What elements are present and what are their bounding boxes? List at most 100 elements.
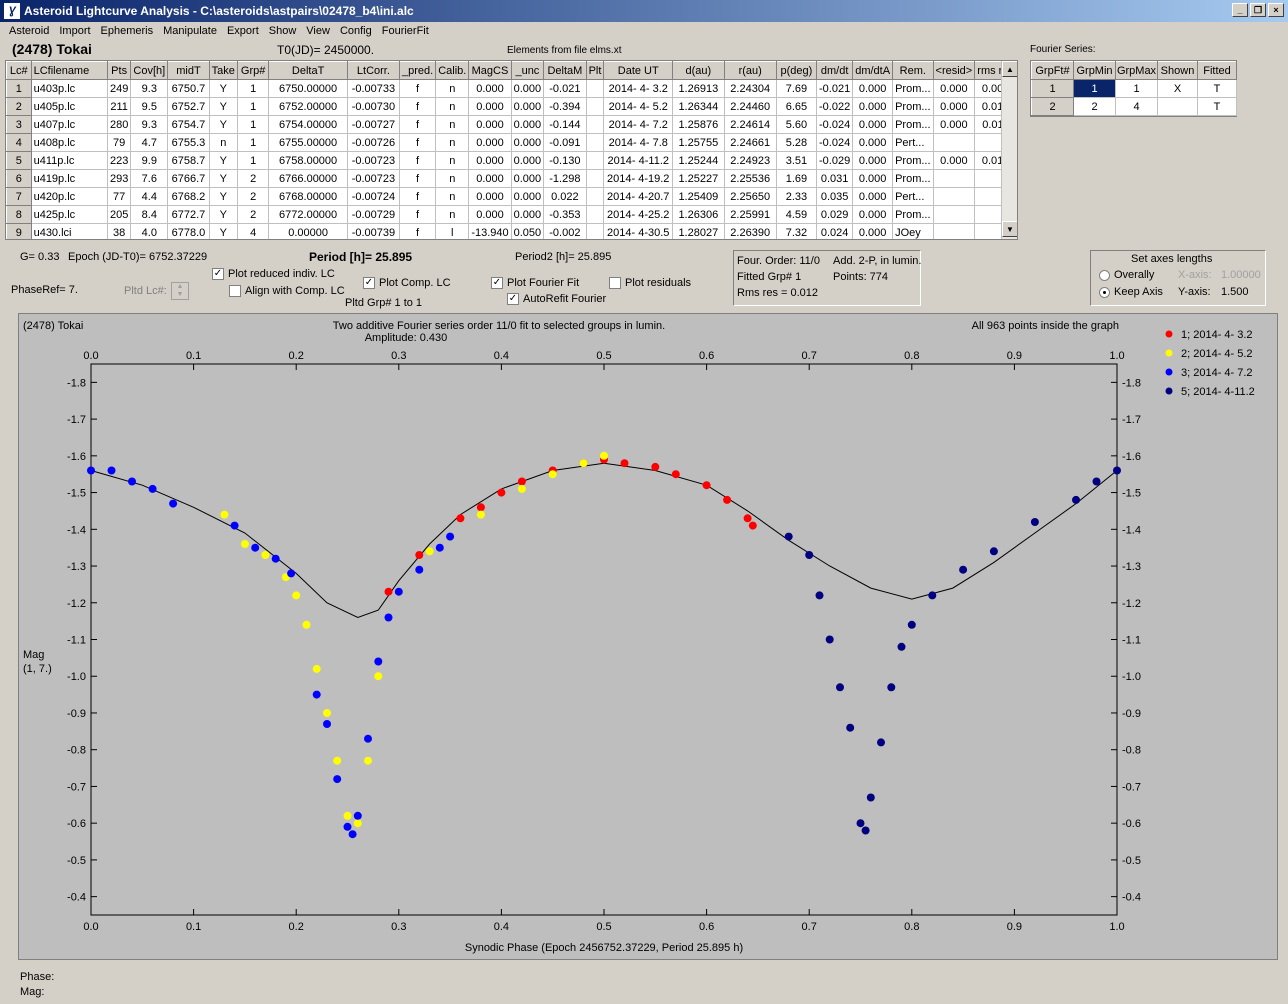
table-cell[interactable]: 0.024 (816, 223, 854, 239)
table-cell[interactable]: 6754.00000 (268, 115, 348, 134)
table-cell[interactable]: 2014- 4-30.5 (603, 223, 674, 239)
column-header[interactable]: Lc# (6, 61, 32, 80)
table-cell[interactable]: 0.000 (510, 169, 545, 188)
table-cell[interactable]: 3.51 (775, 151, 818, 170)
table-cell[interactable]: Y (208, 79, 238, 98)
table-cell[interactable]: 7.32 (775, 223, 818, 239)
table-cell[interactable]: 2014- 4- 7.8 (603, 133, 674, 152)
table-cell[interactable]: 1 (236, 97, 270, 116)
table-cell[interactable]: 2014- 4-20.7 (603, 187, 674, 206)
table-cell[interactable]: 293 (106, 169, 132, 188)
table-cell[interactable]: n (435, 133, 470, 152)
column-header[interactable]: _pred. (398, 61, 437, 80)
table-cell[interactable]: 249 (106, 79, 132, 98)
table-cell[interactable]: 1.25409 (672, 187, 725, 206)
table-cell[interactable]: 2.25650 (723, 187, 777, 206)
table-row[interactable]: 8 u425p.lc 205 8.4 6772.7 Y 2 6772.00000 -0.0072… (6, 205, 1017, 224)
table-cell[interactable] (585, 223, 605, 239)
column-header[interactable]: Date UT (603, 61, 674, 80)
table-cell[interactable]: 77 (106, 187, 132, 206)
table-cell[interactable] (932, 169, 976, 188)
table-cell[interactable]: 2014- 4- 3.2 (603, 79, 674, 98)
table-cell[interactable]: 2.24614 (723, 115, 777, 134)
table-cell[interactable] (585, 169, 605, 188)
table-cell[interactable]: -0.022 (816, 97, 854, 116)
table-cell[interactable]: 0.000 (932, 79, 976, 98)
column-header[interactable]: r(au) (723, 61, 777, 80)
table-cell[interactable]: 6752.00000 (268, 97, 348, 116)
column-header[interactable]: Cov[h] (130, 61, 169, 80)
table-cell[interactable]: -0.353 (543, 205, 587, 224)
column-header[interactable]: Pts (106, 61, 132, 80)
table-cell[interactable]: 0.000 (852, 79, 894, 98)
table-cell[interactable]: u411p.lc (30, 151, 108, 170)
menu-manipulate[interactable]: Manipulate (158, 25, 222, 37)
table-cell[interactable]: u403p.lc (30, 79, 108, 98)
fourier-row-number[interactable]: 1 (1031, 79, 1074, 98)
table-cell[interactable]: 1.26344 (672, 97, 725, 116)
table-cell[interactable]: u408p.lc (30, 133, 108, 152)
table-cell[interactable]: u425p.lc (30, 205, 108, 224)
table-cell[interactable]: 6766.7 (167, 169, 210, 188)
table-cell[interactable] (585, 79, 605, 98)
table-cell[interactable]: 2014- 4- 5.2 (603, 97, 674, 116)
table-cell[interactable]: 2014- 4- 7.2 (603, 115, 674, 134)
table-cell[interactable]: -0.002 (543, 223, 587, 239)
table-cell[interactable]: u420p.lc (30, 187, 108, 206)
fourier-column-header[interactable]: GrpFt# (1031, 61, 1074, 80)
plot-fourier-checkbox[interactable]: ✓ Plot Fourier Fit (491, 277, 579, 290)
table-cell[interactable]: 9.3 (130, 79, 169, 98)
table-cell[interactable]: Y (208, 187, 238, 206)
table-cell[interactable]: 9.3 (130, 115, 169, 134)
column-header[interactable]: <resid> (932, 61, 976, 80)
fourier-cell[interactable]: 1 (1073, 79, 1116, 98)
table-cell[interactable]: 6772.7 (167, 205, 210, 224)
menu-show[interactable]: Show (264, 25, 302, 37)
table-cell[interactable]: 0.000 (932, 115, 976, 134)
table-cell[interactable]: 0.000 (510, 187, 545, 206)
table-row[interactable]: 5 u411p.lc 223 9.9 6758.7 Y 1 6758.00000 -0.0072… (6, 151, 1017, 170)
table-row[interactable]: 7 u420p.lc 77 4.4 6768.2 Y 2 6768.00000 -0.00724… (6, 187, 1017, 206)
fourier-row-number[interactable]: 2 (1031, 97, 1074, 116)
table-cell[interactable]: f (398, 187, 437, 206)
table-cell[interactable]: -13.940 (468, 223, 512, 239)
fourier-cell[interactable]: X (1157, 79, 1198, 98)
scroll-up-icon[interactable]: ▲ (1002, 61, 1017, 77)
table-cell[interactable]: 0.000 (852, 205, 894, 224)
table-cell[interactable]: Prom... (892, 115, 934, 134)
row-number[interactable]: 2 (6, 97, 32, 116)
table-cell[interactable]: -0.00729 (346, 205, 400, 224)
table-cell[interactable]: 0.000 (510, 79, 545, 98)
fourier-cell[interactable]: 2 (1073, 97, 1116, 116)
fourier-series-table[interactable]: GrpFt# GrpMin GrpMax Shown Fitted 1 1 1 X T 2 2 4 T (1030, 60, 1237, 117)
table-cell[interactable] (585, 151, 605, 170)
table-cell[interactable]: -0.024 (816, 115, 854, 134)
row-number[interactable]: 6 (6, 169, 32, 188)
table-cell[interactable]: 0.000 (852, 97, 894, 116)
table-cell[interactable]: 0.00000 (268, 223, 348, 239)
table-cell[interactable]: 2.33 (775, 187, 818, 206)
table-cell[interactable]: -0.021 (543, 79, 587, 98)
menu-ephemeris[interactable]: Ephemeris (96, 25, 159, 37)
table-cell[interactable]: 6754.7 (167, 115, 210, 134)
scroll-down-icon[interactable]: ▼ (1002, 221, 1017, 237)
fourier-row[interactable]: 224T (1031, 97, 1237, 116)
row-number[interactable]: 3 (6, 115, 32, 134)
column-header[interactable]: dm/dtA (852, 61, 894, 80)
table-cell[interactable]: -0.00723 (346, 151, 400, 170)
table-cell[interactable]: 2.24304 (723, 79, 777, 98)
table-cell[interactable]: 79 (106, 133, 132, 152)
table-cell[interactable]: u405p.lc (30, 97, 108, 116)
table-cell[interactable] (932, 205, 976, 224)
table-cell[interactable]: 0.000 (468, 133, 512, 152)
table-cell[interactable]: 0.000 (852, 223, 894, 239)
table-cell[interactable]: 38 (106, 223, 132, 239)
table-cell[interactable]: f (398, 205, 437, 224)
table-cell[interactable]: Y (208, 97, 238, 116)
table-scrollbar[interactable]: ▲ ▼ (1001, 61, 1017, 239)
table-cell[interactable]: 2014- 4-19.2 (603, 169, 674, 188)
table-cell[interactable]: 0.000 (468, 187, 512, 206)
table-cell[interactable]: 6778.0 (167, 223, 210, 239)
table-row[interactable]: 4 u408p.lc 79 4.7 6755.3 n 1 6755.00000 -0.00726… (6, 133, 1017, 152)
menu-view[interactable]: View (301, 25, 335, 37)
